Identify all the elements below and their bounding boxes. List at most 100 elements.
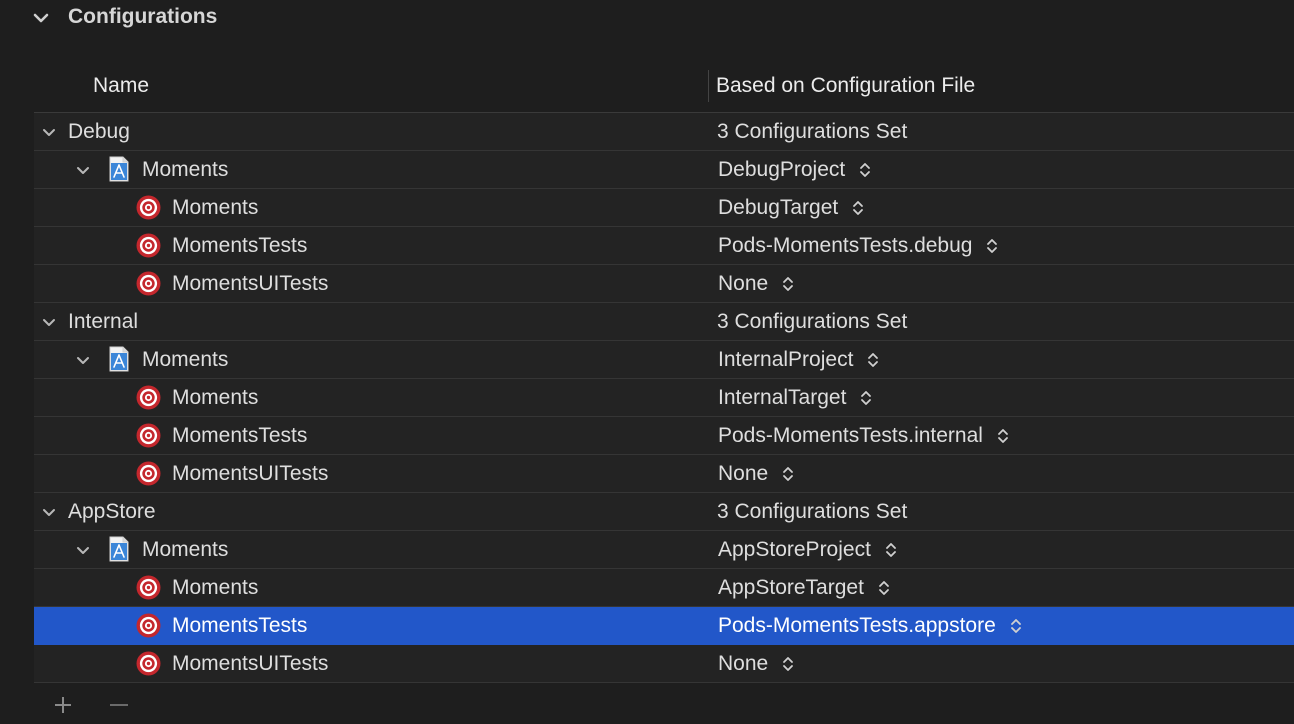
column-header-config-file[interactable]: Based on Configuration File [716, 74, 975, 98]
target-row[interactable]: Moments DebugTarget [34, 189, 1294, 227]
project-row[interactable]: Moments DebugProject [34, 151, 1294, 189]
target-icon [136, 233, 161, 258]
column-header-name[interactable]: Name [93, 74, 149, 98]
config-file-value: None [718, 462, 769, 485]
config-file-popup[interactable]: None [718, 652, 794, 676]
target-icon [136, 195, 161, 220]
row-name: MomentsTests [172, 234, 308, 257]
configuration-row[interactable]: Internal 3 Configurations Set [34, 303, 1294, 341]
up-down-arrows-icon[interactable] [997, 427, 1009, 445]
target-icon [136, 461, 161, 486]
config-file-popup[interactable]: InternalTarget [718, 386, 872, 410]
chevron-down-icon[interactable] [76, 543, 90, 557]
config-file-value: None [718, 272, 769, 295]
xcode-project-icon [109, 536, 129, 562]
target-icon [136, 575, 161, 600]
target-icon [136, 423, 161, 448]
config-file-popup[interactable]: DebugProject [718, 158, 871, 182]
config-file-value: 3 Configurations Set [717, 120, 908, 143]
config-file-popup[interactable]: InternalProject [718, 348, 879, 372]
chevron-down-icon[interactable] [42, 315, 56, 329]
config-file-value: DebugTarget [718, 196, 839, 219]
config-file-popup[interactable]: None [718, 462, 794, 486]
target-row[interactable]: Moments InternalTarget [34, 379, 1294, 417]
config-file-popup[interactable]: Pods-MomentsTests.appstore [718, 614, 1022, 638]
config-file-popup[interactable]: Pods-MomentsTests.internal [718, 424, 1009, 448]
configuration-row[interactable]: AppStore 3 Configurations Set [34, 493, 1294, 531]
configurations-section-header[interactable]: Configurations [0, 0, 1294, 36]
row-name: Moments [172, 576, 259, 599]
chevron-down-icon[interactable] [32, 9, 50, 27]
row-name: AppStore [68, 500, 156, 523]
up-down-arrows-icon[interactable] [852, 199, 864, 217]
table-rows: Debug 3 Configurations Set Moments DebugPro… [34, 113, 1294, 683]
configurations-table[interactable]: Name Based on Configuration File Debug 3 … [34, 62, 1294, 686]
table-footer [34, 686, 1294, 724]
row-name: MomentsTests [172, 424, 308, 447]
project-row[interactable]: Moments AppStoreProject [34, 531, 1294, 569]
up-down-arrows-icon[interactable] [867, 351, 879, 369]
config-file-popup[interactable]: DebugTarget [718, 196, 864, 220]
up-down-arrows-icon[interactable] [859, 161, 871, 179]
table-column-header: Name Based on Configuration File [34, 62, 1294, 113]
config-file-value: AppStoreTarget [718, 576, 864, 599]
row-name: MomentsTests [172, 614, 308, 637]
row-name: Moments [172, 386, 259, 409]
section-title: Configurations [68, 5, 218, 28]
row-name: Internal [68, 310, 139, 333]
column-divider[interactable] [708, 70, 709, 102]
config-file-value: None [718, 652, 769, 675]
row-name: Debug [68, 120, 130, 143]
up-down-arrows-icon[interactable] [986, 237, 998, 255]
target-row[interactable]: MomentsTests Pods-MomentsTests.appstore [34, 607, 1294, 645]
config-file-popup[interactable]: AppStoreTarget [718, 576, 890, 600]
chevron-down-icon[interactable] [76, 163, 90, 177]
target-icon [136, 271, 161, 296]
target-icon [136, 385, 161, 410]
configuration-row[interactable]: Debug 3 Configurations Set [34, 113, 1294, 151]
project-row[interactable]: Moments InternalProject [34, 341, 1294, 379]
row-name: Moments [142, 538, 229, 561]
config-file-popup[interactable]: AppStoreProject [718, 538, 897, 562]
config-file-value: DebugProject [718, 158, 846, 181]
up-down-arrows-icon[interactable] [885, 541, 897, 559]
up-down-arrows-icon[interactable] [782, 275, 794, 293]
config-file-value: InternalProject [718, 348, 854, 371]
config-file-value: Pods-MomentsTests.debug [718, 234, 973, 257]
chevron-down-icon[interactable] [76, 353, 90, 367]
config-summary: 3 Configurations Set [717, 500, 907, 524]
target-row[interactable]: MomentsUITests None [34, 265, 1294, 303]
row-name: MomentsUITests [172, 652, 329, 675]
minus-icon[interactable] [108, 694, 130, 716]
config-file-value: 3 Configurations Set [717, 500, 908, 523]
target-row[interactable]: MomentsTests Pods-MomentsTests.internal [34, 417, 1294, 455]
row-name: MomentsUITests [172, 272, 329, 295]
up-down-arrows-icon[interactable] [878, 579, 890, 597]
up-down-arrows-icon[interactable] [782, 655, 794, 673]
target-icon [136, 651, 161, 676]
row-name: Moments [172, 196, 259, 219]
row-name: Moments [142, 348, 229, 371]
config-file-popup[interactable]: Pods-MomentsTests.debug [718, 234, 998, 258]
target-row[interactable]: MomentsUITests None [34, 645, 1294, 683]
xcode-project-icon [109, 346, 129, 372]
row-name: MomentsUITests [172, 462, 329, 485]
xcode-project-icon [109, 156, 129, 182]
config-file-value: Pods-MomentsTests.appstore [718, 614, 996, 637]
config-file-value: 3 Configurations Set [717, 310, 908, 333]
target-icon [136, 613, 161, 638]
up-down-arrows-icon[interactable] [1010, 617, 1022, 635]
config-summary: 3 Configurations Set [717, 310, 907, 334]
config-file-value: AppStoreProject [718, 538, 871, 561]
plus-icon[interactable] [52, 694, 74, 716]
up-down-arrows-icon[interactable] [860, 389, 872, 407]
target-row[interactable]: Moments AppStoreTarget [34, 569, 1294, 607]
config-file-popup[interactable]: None [718, 272, 794, 296]
chevron-down-icon[interactable] [42, 505, 56, 519]
chevron-down-icon[interactable] [42, 125, 56, 139]
row-name: Moments [142, 158, 229, 181]
config-summary: 3 Configurations Set [717, 120, 907, 144]
up-down-arrows-icon[interactable] [782, 465, 794, 483]
target-row[interactable]: MomentsTests Pods-MomentsTests.debug [34, 227, 1294, 265]
target-row[interactable]: MomentsUITests None [34, 455, 1294, 493]
